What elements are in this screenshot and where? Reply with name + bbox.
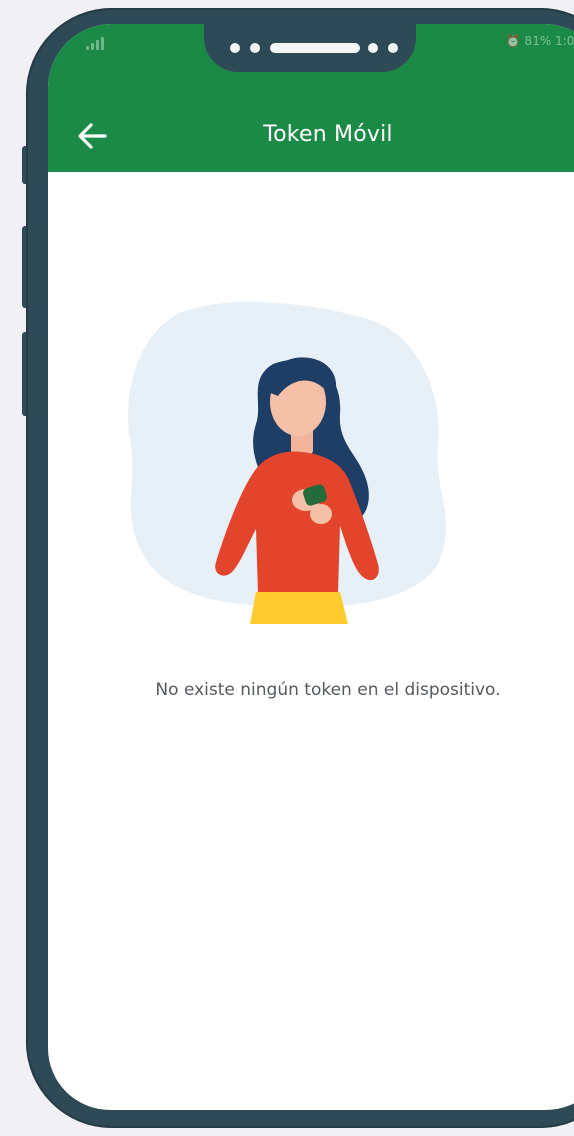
app-bar: ⏰ 81% 1:00 Token Móvil (48, 24, 574, 172)
phone-notch (204, 24, 416, 72)
signal-icon (86, 36, 114, 50)
empty-state-message: No existe ningún token en el dispositivo… (155, 680, 501, 700)
status-right-text: ⏰ 81% 1:00 (505, 34, 574, 48)
stage: ⏰ 81% 1:00 Token Móvil (0, 0, 574, 1136)
woman-holding-phone-illustration (108, 274, 468, 634)
phone-screen: ⏰ 81% 1:00 Token Móvil (48, 24, 574, 1110)
page-title: Token Móvil (263, 122, 393, 147)
